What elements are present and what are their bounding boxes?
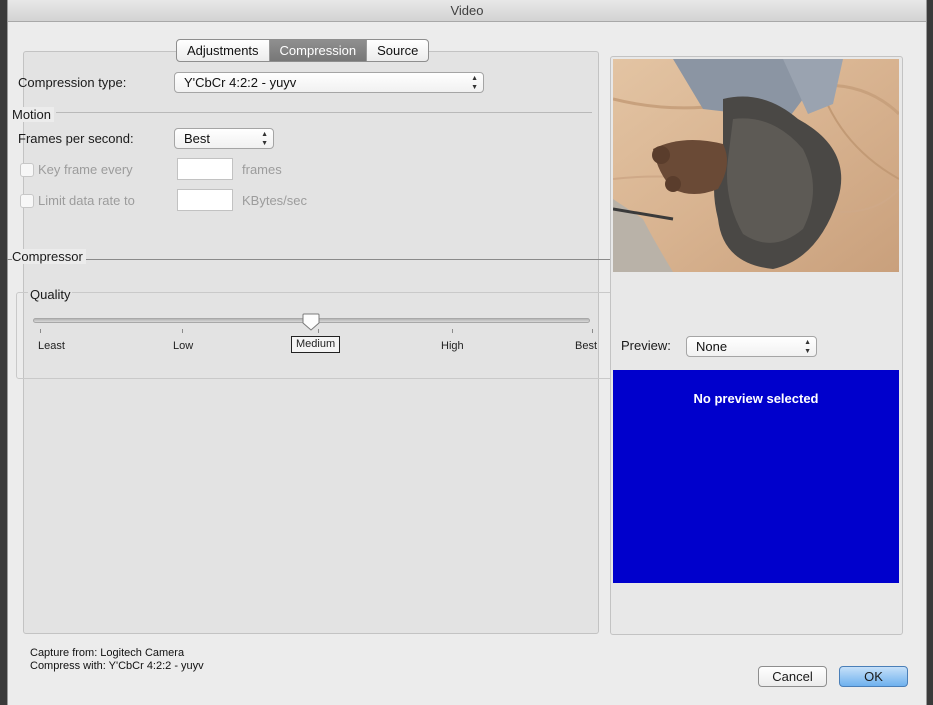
limit-data-rate-checkbox[interactable] (20, 194, 34, 208)
keyframe-label: Key frame every (38, 162, 133, 177)
limit-data-rate-label: Limit data rate to (38, 193, 135, 208)
quality-tick (182, 329, 183, 333)
keyframe-unit: frames (242, 162, 282, 177)
motion-section-label: Motion (12, 107, 55, 122)
no-preview-message: No preview selected (693, 391, 819, 406)
preview-area: No preview selected (613, 370, 899, 583)
quality-tick-high: High (441, 340, 464, 352)
tab-compression[interactable]: Compression (269, 40, 368, 61)
quality-tick (592, 329, 593, 333)
window-title: Video (8, 0, 926, 22)
preview-select[interactable]: None ▲ ▼ (686, 336, 817, 357)
keyframe-checkbox[interactable] (20, 163, 34, 177)
quality-tick-medium: Medium (291, 336, 341, 353)
tab-bar: Adjustments Compression Source (176, 39, 430, 62)
keyframe-input[interactable] (177, 158, 233, 180)
preview-value: None (696, 339, 728, 354)
motion-divider (56, 112, 592, 113)
quality-label: Quality (28, 287, 73, 302)
limit-data-rate-unit: KBytes/sec (242, 193, 308, 208)
camera-image (613, 59, 899, 272)
compression-type-value: Y'CbCr 4:2:2 - yuyv (184, 75, 297, 90)
up-down-arrows-icon: ▲ ▼ (261, 131, 268, 147)
compressor-divider (7, 259, 619, 260)
ok-button[interactable]: OK (839, 666, 908, 687)
fps-value: Best (184, 131, 211, 146)
fps-label: Frames per second: (18, 131, 134, 146)
quality-tick (452, 329, 453, 333)
quality-tick-least: Least (38, 340, 65, 352)
limit-data-rate-input[interactable] (177, 189, 233, 211)
quality-slider-thumb[interactable] (302, 313, 320, 331)
fps-select[interactable]: Best ▲ ▼ (174, 128, 274, 149)
compression-type-label: Compression type: (18, 75, 127, 90)
compress-with-text: Compress with: Y'CbCr 4:2:2 - yuyv (30, 660, 204, 672)
preview-label: Preview: (621, 338, 671, 353)
compressor-section-label: Compressor (12, 249, 86, 264)
up-down-arrows-icon: ▲ ▼ (471, 75, 478, 91)
tab-source[interactable]: Source (367, 40, 428, 61)
tab-adjustments[interactable]: Adjustments (177, 40, 270, 61)
compression-type-select[interactable]: Y'CbCr 4:2:2 - yuyv ▲ ▼ (174, 72, 484, 93)
quality-tick-best: Best (575, 340, 598, 352)
quality-tick (40, 329, 41, 333)
up-down-arrows-icon: ▲ ▼ (804, 339, 811, 355)
cancel-button[interactable]: Cancel (758, 666, 827, 687)
quality-tick-low: Low (173, 340, 194, 352)
capture-from-text: Capture from: Logitech Camera (30, 647, 185, 659)
